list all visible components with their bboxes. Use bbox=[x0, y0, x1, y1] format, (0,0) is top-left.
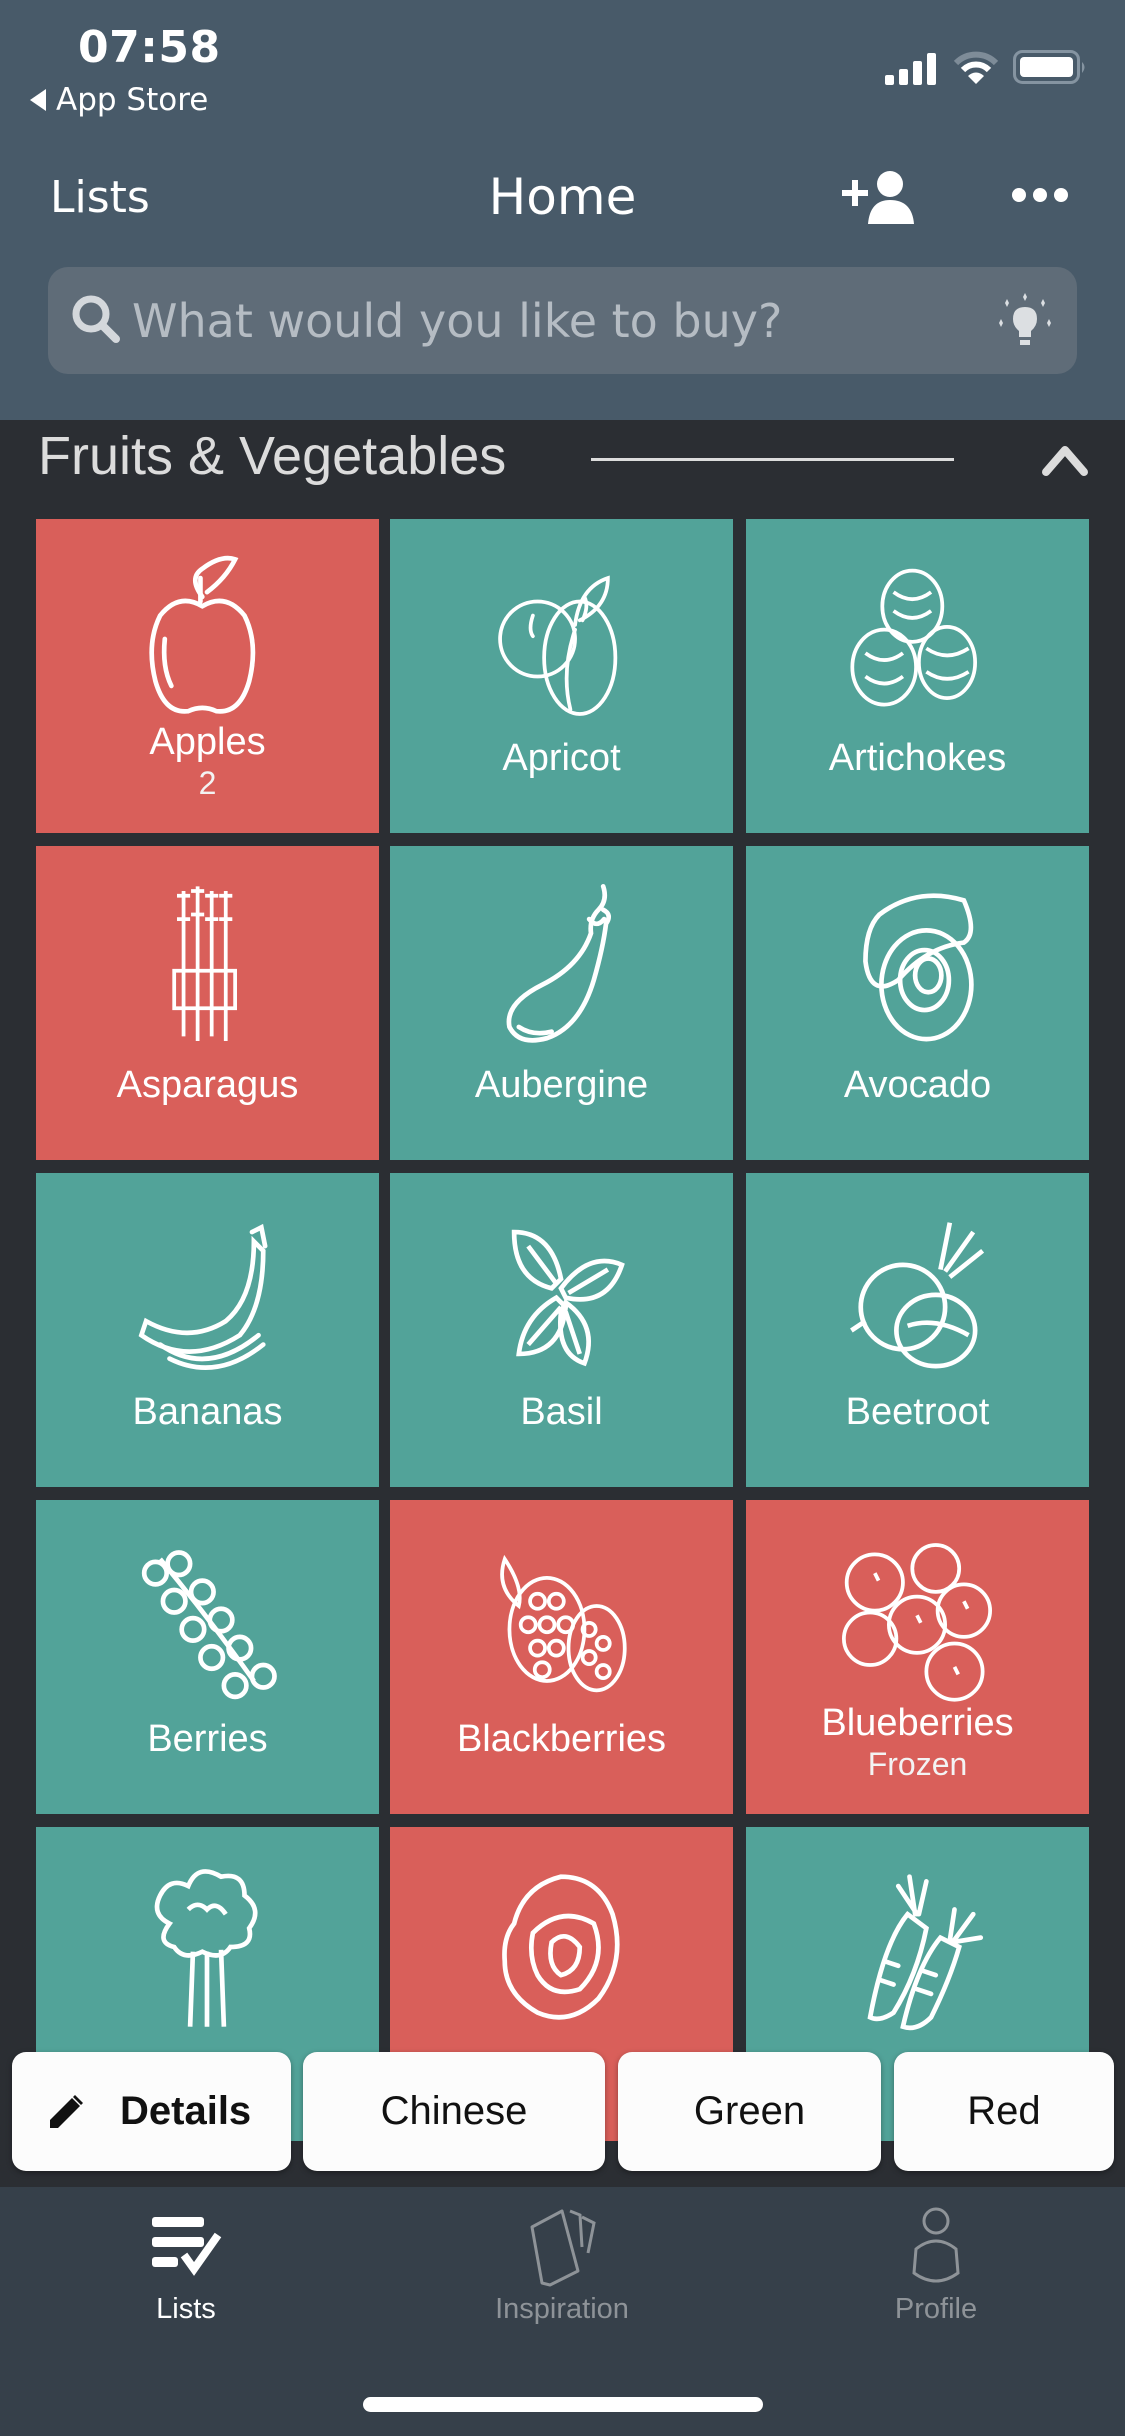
lightbulb-icon[interactable] bbox=[995, 291, 1055, 351]
aubergine-icon bbox=[486, 876, 636, 1056]
product-tile[interactable]: Basil bbox=[390, 1173, 733, 1487]
product-label: Bananas bbox=[132, 1391, 283, 1433]
chip-option-green[interactable]: Green bbox=[618, 2052, 881, 2171]
search-bar bbox=[48, 267, 1077, 374]
tab-lists[interactable]: Lists bbox=[36, 2207, 336, 2357]
berries-icon bbox=[132, 1530, 282, 1710]
cabbage-icon bbox=[486, 1857, 636, 2037]
back-label: App Store bbox=[56, 82, 209, 118]
tab-inspiration-label: Inspiration bbox=[495, 2293, 629, 2325]
search-icon bbox=[72, 295, 120, 343]
status-icons bbox=[885, 50, 1089, 86]
product-tile[interactable]: Bananas bbox=[36, 1173, 379, 1487]
apricot-icon bbox=[498, 576, 618, 716]
lists-icon bbox=[152, 2217, 222, 2276]
banana-icon bbox=[132, 1203, 282, 1383]
tab-profile-label: Profile bbox=[894, 2293, 978, 2325]
product-label: Asparagus bbox=[116, 1064, 299, 1106]
page-title: Home bbox=[0, 168, 1125, 226]
chip-option-red[interactable]: Red bbox=[894, 2052, 1114, 2171]
product-label: Avocado bbox=[843, 1064, 992, 1106]
product-sublabel: 2 bbox=[198, 765, 217, 801]
product-label: Apples bbox=[149, 721, 266, 763]
product-tile[interactable]: Beetroot bbox=[746, 1173, 1089, 1487]
product-label: Basil bbox=[520, 1391, 603, 1433]
product-label: Apricot bbox=[502, 737, 621, 779]
product-tile[interactable]: Blackberries bbox=[390, 1500, 733, 1814]
tab-inspiration[interactable]: Inspiration bbox=[412, 2207, 712, 2357]
product-tile[interactable]: Apples 2 bbox=[36, 519, 379, 833]
product-label: Aubergine bbox=[474, 1064, 649, 1106]
battery-icon bbox=[1013, 50, 1085, 84]
variant-chips: Details Chinese Green Red bbox=[0, 2052, 1125, 2172]
apple-icon bbox=[132, 549, 282, 729]
product-tile[interactable]: Blueberries Frozen bbox=[746, 1500, 1089, 1814]
more-icon[interactable] bbox=[1010, 180, 1070, 210]
section-divider bbox=[591, 458, 954, 461]
chevron-up-icon[interactable] bbox=[1040, 440, 1090, 480]
add-user-icon[interactable] bbox=[840, 168, 920, 228]
pencil-icon bbox=[50, 2094, 83, 2128]
product-tile[interactable]: Asparagus bbox=[36, 846, 379, 1160]
asparagus-icon bbox=[172, 884, 237, 1043]
tab-profile[interactable]: Profile bbox=[786, 2207, 1086, 2357]
back-triangle-icon bbox=[30, 89, 46, 111]
product-label: Blackberries bbox=[456, 1718, 667, 1760]
product-tile[interactable]: Berries bbox=[36, 1500, 379, 1814]
tab-lists-label: Lists bbox=[156, 2293, 216, 2325]
signal-icon bbox=[885, 53, 936, 85]
avocado-icon bbox=[842, 876, 992, 1056]
beetroot-icon bbox=[842, 1203, 992, 1383]
blueberries-icon bbox=[842, 1543, 992, 1702]
cards-icon bbox=[530, 2209, 596, 2287]
basil-icon bbox=[486, 1203, 636, 1383]
back-to-app-store[interactable]: App Store bbox=[30, 82, 208, 118]
product-sublabel: Frozen bbox=[867, 1746, 968, 1782]
product-tile[interactable]: Avocado bbox=[746, 846, 1089, 1160]
wifi-icon bbox=[953, 51, 999, 84]
product-tile[interactable]: Artichokes bbox=[746, 519, 1089, 833]
details-label: Details bbox=[120, 2089, 252, 2133]
chip-option-chinese[interactable]: Chinese bbox=[303, 2052, 605, 2171]
page-title-text: Home bbox=[488, 168, 637, 226]
search-input[interactable] bbox=[132, 267, 992, 374]
profile-icon bbox=[912, 2207, 960, 2283]
artichoke-icon bbox=[850, 568, 977, 707]
blackberries-icon bbox=[500, 1557, 627, 1693]
broccoli-icon bbox=[132, 1857, 282, 2037]
product-label: Berries bbox=[147, 1718, 268, 1760]
header: 07:58 App Store Lists Home bbox=[0, 0, 1125, 420]
product-tile[interactable]: Apricot bbox=[390, 519, 733, 833]
product-tile[interactable]: Aubergine bbox=[390, 846, 733, 1160]
product-label: Blueberries bbox=[821, 1702, 1014, 1744]
section-title: Fruits & Vegetables bbox=[38, 426, 507, 486]
product-label: Beetroot bbox=[845, 1391, 990, 1433]
home-indicator bbox=[363, 2397, 763, 2412]
status-time: 07:58 bbox=[78, 22, 221, 73]
product-label: Artichokes bbox=[828, 737, 1007, 779]
nav-lists-button[interactable]: Lists bbox=[50, 172, 150, 223]
details-button[interactable]: Details bbox=[12, 2052, 291, 2171]
carrot-icon bbox=[842, 1857, 992, 2037]
